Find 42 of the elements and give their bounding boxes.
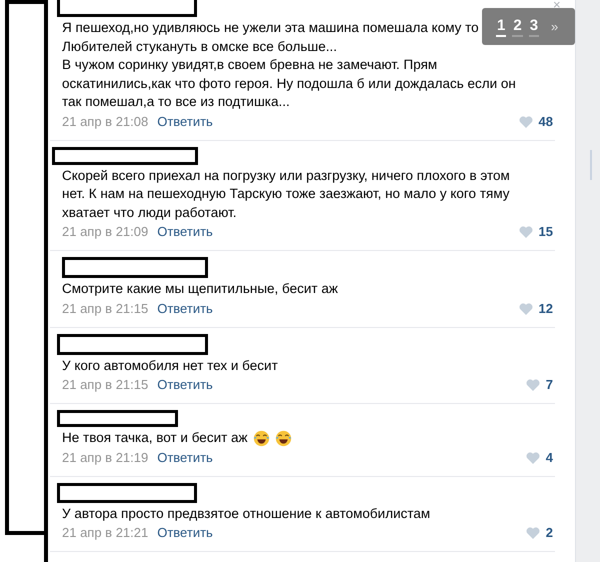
reply-link[interactable]: Ответить [157, 375, 213, 395]
reply-link[interactable]: Ответить [157, 222, 213, 242]
like-count: 2 [546, 524, 553, 542]
scrollbar-thumb[interactable] [590, 150, 592, 180]
heart-icon[interactable] [518, 116, 533, 128]
comment-text-line: оскатинились,как что фото героя. Ну подошла б или дождалась если он [62, 74, 516, 93]
comment-text-line: У автора просто предвзятое отношение к автомобилистам [62, 504, 430, 523]
heart-icon[interactable] [526, 379, 540, 391]
comment-text-line: Смотрите какие мы щепитильные, бесит аж [62, 280, 338, 298]
reply-link[interactable]: Ответить [157, 298, 213, 318]
comment-text-line: так помешал,а то все из подтишка... [62, 93, 290, 111]
laughing-emoji-icon [252, 430, 270, 447]
reply-link[interactable]: Ответить [157, 112, 213, 132]
like-count: 15 [538, 223, 553, 242]
page-tab[interactable]: 3 [528, 16, 540, 36]
comment-text-line: Я пешеход,но удивляюсь не ужели эта машина помешала кому то [62, 19, 479, 37]
like-count: 12 [538, 300, 553, 318]
heart-icon[interactable] [518, 302, 533, 314]
reply-link[interactable]: Ответить [157, 523, 213, 543]
comment-text-line: хватает что люди работают. [62, 204, 236, 222]
page-tab[interactable]: 2 [512, 16, 523, 36]
laughing-emoji-icon [274, 430, 292, 447]
comment-time: 21 апр в 21:08 [62, 112, 148, 131]
heart-icon[interactable] [526, 527, 540, 539]
comment-text-line: В чужом соринку увидят,в своем бревна не замечают. Прям [62, 56, 438, 74]
page-tab[interactable]: 1 [496, 16, 506, 36]
like-count: 7 [546, 376, 553, 394]
comment-text-line: Скорей всего приехал на погрузку или разгрузку, ничего плохого в этом [62, 166, 510, 185]
comment-text-line: Не твоя тачка, вот и бесит аж [62, 429, 248, 447]
like-count: 4 [546, 448, 553, 467]
comment-time: 21 апр в 21:21 [62, 524, 148, 542]
comment-time: 21 апр в 21:15 [62, 376, 148, 394]
comment-text-line: нет. К нам на пешеходную Тарскую тоже заезжают, но мало у кого тяму [62, 185, 510, 203]
comment-time: 21 апр в 21:19 [62, 448, 148, 467]
comment-text-line: У кого автомобиля нет тех и бесит [62, 356, 278, 374]
comment-time: 21 апр в 21:09 [62, 223, 148, 242]
heart-icon[interactable] [518, 226, 533, 238]
comment-text-line: Любителей стукануть в омске все больше... [62, 38, 337, 56]
comment-time: 21 апр в 21:15 [62, 300, 148, 318]
reply-link[interactable]: Ответить [157, 448, 213, 468]
heart-icon[interactable] [526, 452, 540, 464]
like-count: 48 [538, 112, 553, 131]
